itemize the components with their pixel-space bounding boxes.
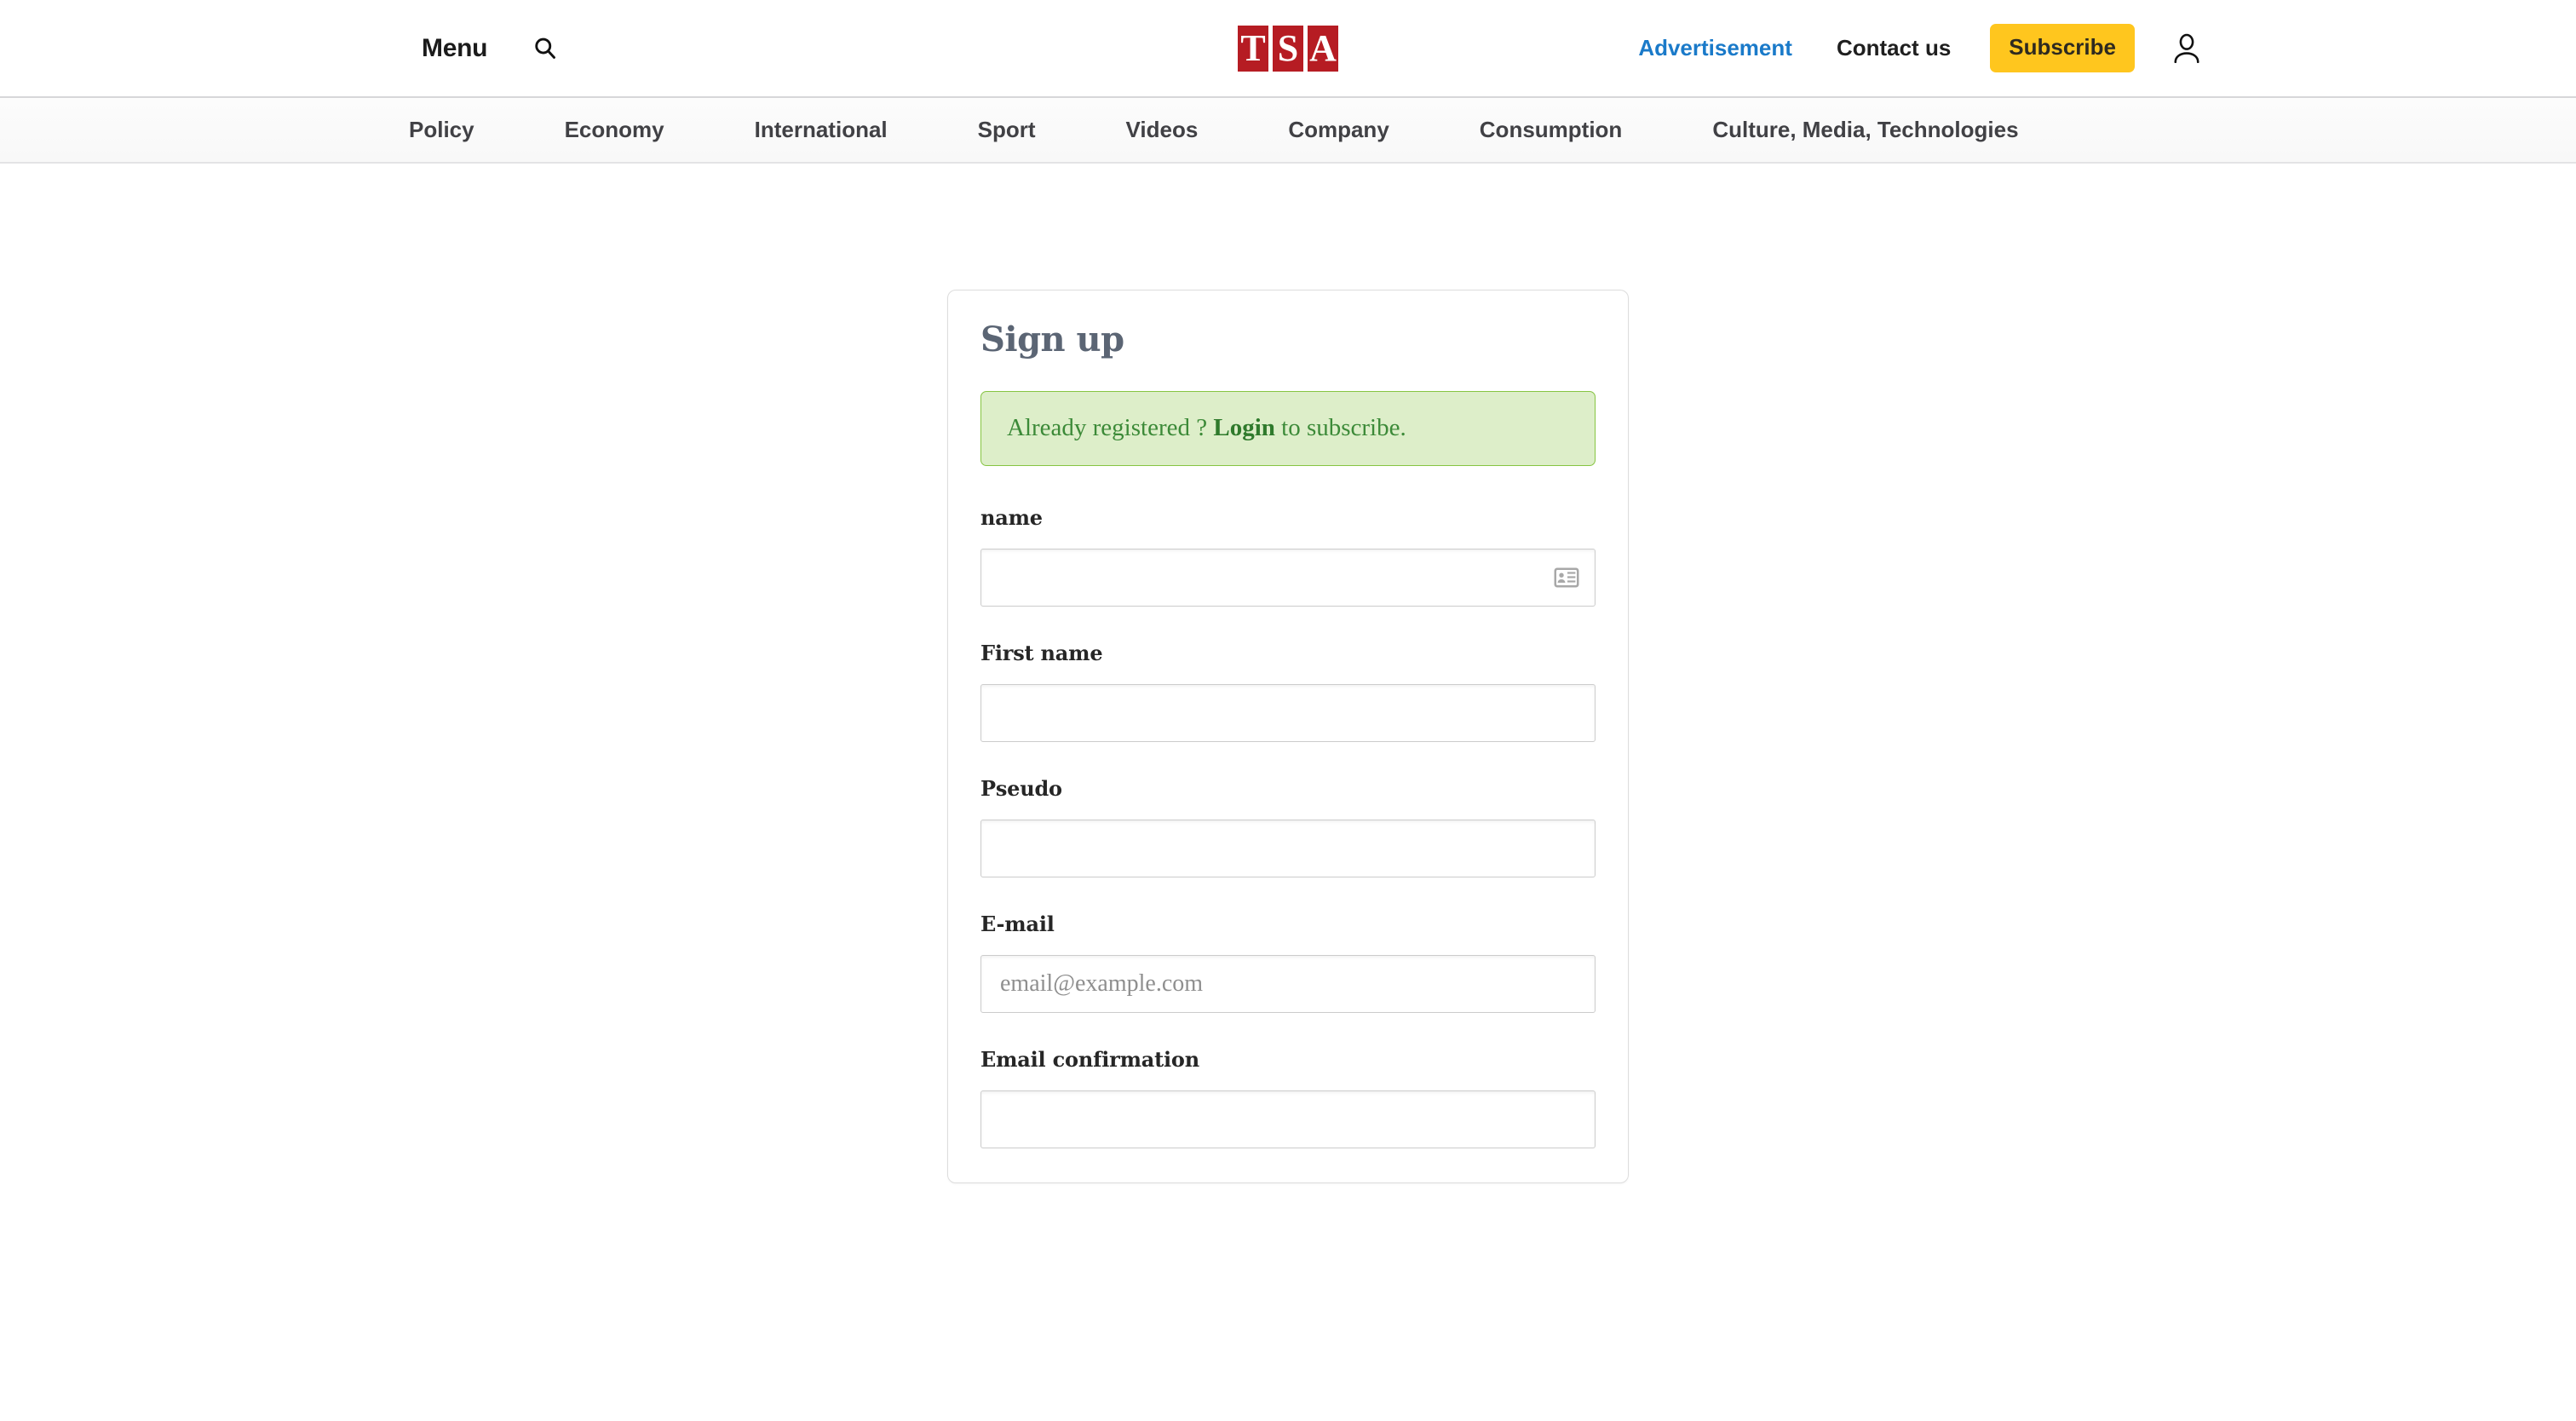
nav-item-economy[interactable]: Economy [520,117,710,143]
name-input[interactable] [1000,549,1576,606]
alert-prefix-text: Already registered ? [1007,414,1214,441]
label-pseudo: Pseudo [980,775,1062,801]
contact-card-autofill-icon[interactable] [1554,567,1579,588]
email-confirmation-input-wrapper[interactable] [980,1090,1596,1148]
first-name-input[interactable] [1000,684,1576,741]
main-content: Sign up Already registered ? Login to su… [0,164,2576,1421]
alert-message: Already registered ? Login to subscribe. [1007,413,1569,443]
signup-card: Sign up Already registered ? Login to su… [947,290,1629,1183]
category-navigation: Policy Economy International Sport Video… [0,98,2576,164]
nav-item-international[interactable]: International [710,117,933,143]
page-title: Sign up [980,319,1124,360]
advertisement-link[interactable]: Advertisement [1638,35,1837,61]
nav-item-consumption[interactable]: Consumption [1435,117,1668,143]
first-name-input-wrapper[interactable] [980,683,1596,742]
header-right-group: Advertisement Contact us Subscribe [1638,24,2210,72]
field-group-email: E-mail [980,912,1596,1013]
site-logo[interactable]: T S A [1238,25,1338,72]
nav-item-culture-media-technologies[interactable]: Culture, Media, Technologies [1667,117,2063,143]
field-group-email-confirmation: Email confirmation [980,1047,1596,1148]
user-account-icon[interactable] [2164,26,2210,72]
search-icon[interactable] [528,32,562,66]
label-email-confirmation: Email confirmation [980,1046,1199,1072]
pseudo-input[interactable] [1000,820,1576,877]
email-input-wrapper[interactable] [980,954,1596,1013]
subscribe-button[interactable]: Subscribe [1990,24,2135,72]
nav-item-policy[interactable]: Policy [409,117,520,143]
alert-suffix-text: to subscribe. [1274,414,1406,441]
email-input[interactable] [1000,955,1576,1012]
menu-button[interactable]: Menu [422,34,487,63]
email-confirmation-input[interactable] [1000,1090,1576,1148]
logo-tile-s: S [1273,25,1303,72]
nav-item-sport[interactable]: Sport [933,117,1081,143]
login-link[interactable]: Login [1213,414,1275,441]
field-group-first-name: First name [980,641,1596,742]
field-group-name: name [980,505,1596,607]
logo-tile-t: T [1238,25,1268,72]
logo-tile-a: A [1308,25,1338,72]
category-navigation-list: Policy Economy International Sport Video… [409,117,2064,143]
label-email: E-mail [980,911,1055,936]
site-header: Menu T S A Advertisement Contact us Subs… [0,0,2576,98]
name-input-wrapper[interactable] [980,548,1596,607]
field-group-pseudo: Pseudo [980,776,1596,877]
label-name: name [980,504,1043,530]
header-left-group: Menu [422,32,562,66]
nav-item-company[interactable]: Company [1243,117,1434,143]
already-registered-alert: Already registered ? Login to subscribe. [980,391,1596,466]
pseudo-input-wrapper[interactable] [980,819,1596,877]
label-first-name: First name [980,640,1103,665]
contact-us-link[interactable]: Contact us [1837,35,1990,61]
nav-item-videos[interactable]: Videos [1081,117,1244,143]
